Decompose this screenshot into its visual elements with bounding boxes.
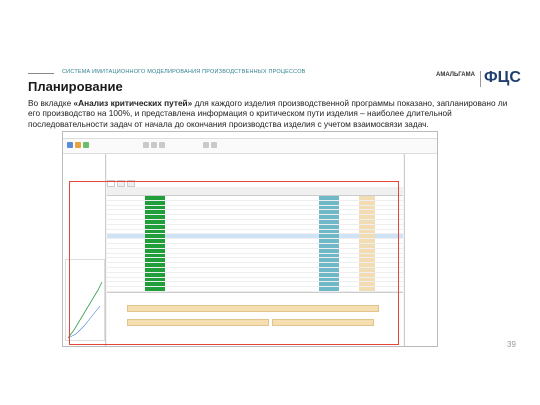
toolbar-icon bbox=[151, 142, 157, 148]
app-toolbar bbox=[63, 139, 437, 154]
description-paragraph: Во вкладке «Анализ критических путей» дл… bbox=[28, 98, 508, 129]
page-title: Планирование bbox=[28, 79, 123, 94]
header-rule bbox=[28, 73, 54, 74]
tab-name-highlight: «Анализ критических путей» bbox=[73, 98, 193, 108]
toolbar-icon bbox=[143, 142, 149, 148]
toolbar-icon bbox=[67, 142, 73, 148]
app-titlebar bbox=[63, 132, 437, 139]
toolbar-icon bbox=[83, 142, 89, 148]
amalgama-logo-text: АМАЛЬГАМА bbox=[436, 72, 475, 78]
brand-logo: АМАЛЬГАМА ФЦС bbox=[436, 69, 521, 89]
logo-divider bbox=[480, 71, 481, 87]
toolbar-icon bbox=[75, 142, 81, 148]
highlight-frame bbox=[69, 181, 399, 345]
toolbar-icon bbox=[159, 142, 165, 148]
system-subtitle: СИСТЕМА ИМИТАЦИОННОГО МОДЕЛИРОВАНИЯ ПРОИ… bbox=[62, 69, 306, 75]
toolbar-icon bbox=[203, 142, 209, 148]
toolbar-icon bbox=[211, 142, 217, 148]
fcs-logo-text: ФЦС bbox=[484, 69, 521, 86]
page-number: 39 bbox=[507, 340, 516, 349]
properties-panel bbox=[404, 154, 437, 346]
